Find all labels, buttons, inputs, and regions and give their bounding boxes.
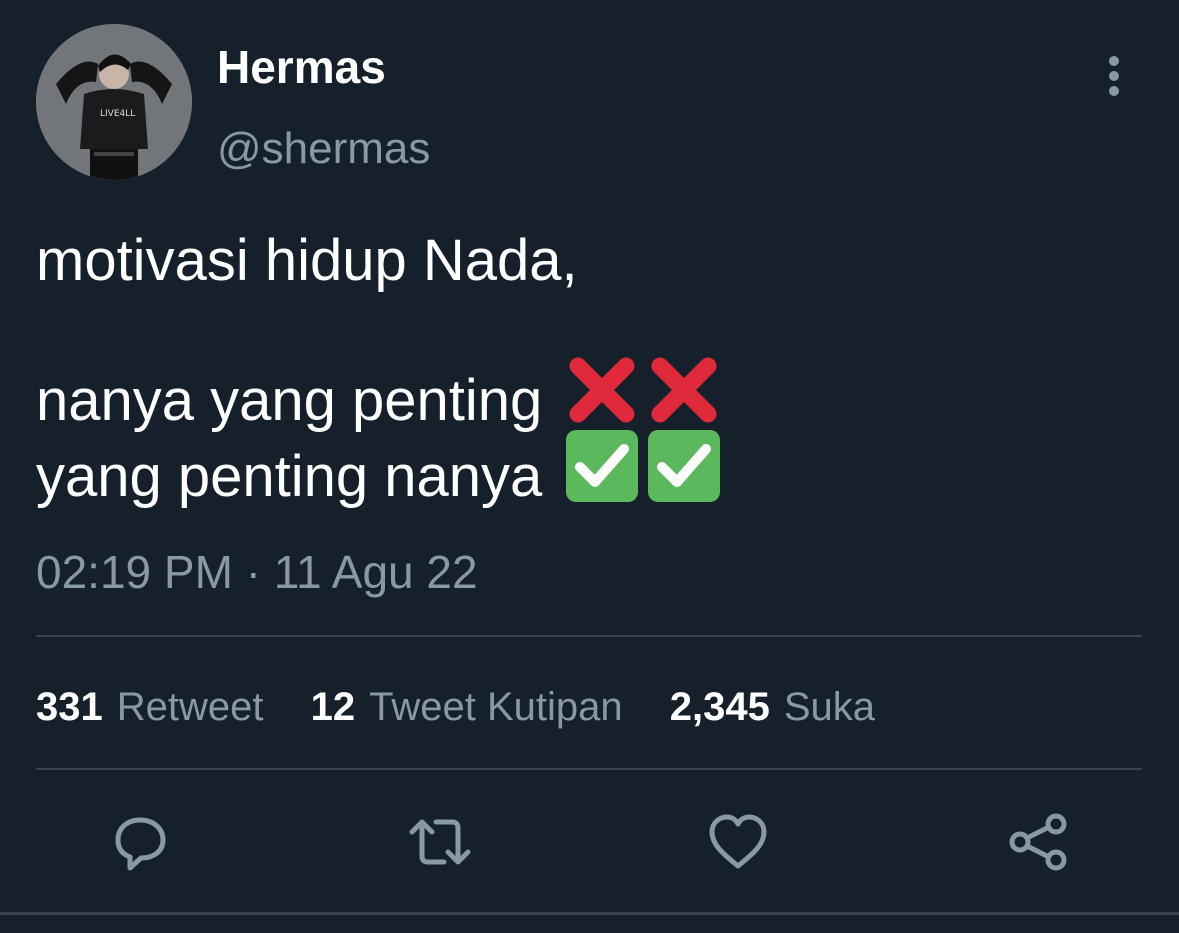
tweet-timestamp[interactable]: 02:19 PM · 11 Agu 22	[36, 540, 478, 604]
like-icon[interactable]	[706, 810, 770, 874]
tweet-text-line-2-text: nanya yang penting	[36, 368, 543, 433]
more-options-icon[interactable]	[1095, 52, 1135, 100]
tweet-stats: 331 Retweet 12 Tweet Kutipan 2,345 Suka	[36, 680, 911, 734]
svg-text:LIVE4LL: LIVE4LL	[100, 109, 135, 119]
cross-mark-icon	[646, 352, 722, 428]
check-mark-button-icon	[646, 428, 722, 504]
quotes-stat[interactable]: 12 Tweet Kutipan	[311, 680, 623, 734]
tweet-text-line-1: motivasi hidup Nada,	[36, 228, 578, 293]
display-name[interactable]: Hermas	[217, 40, 386, 94]
tweet-text-line-2: nanya yang penting	[36, 352, 722, 436]
tweet-text-line-3: yang penting nanya	[36, 428, 722, 512]
divider	[0, 912, 1179, 915]
likes-label: Suka	[783, 685, 876, 729]
divider	[36, 768, 1142, 770]
retweet-icon[interactable]	[408, 810, 472, 874]
check-mark-button-icon	[564, 428, 640, 504]
reply-icon[interactable]	[108, 810, 172, 874]
retweets-label: Retweet	[116, 685, 264, 729]
cross-mark-icon	[564, 352, 640, 428]
retweets-count: 331	[36, 685, 103, 729]
avatar[interactable]: LIVE4LL	[36, 24, 192, 180]
likes-stat[interactable]: 2,345 Suka	[670, 680, 875, 734]
retweets-stat[interactable]: 331 Retweet	[36, 680, 264, 734]
share-icon[interactable]	[1006, 810, 1070, 874]
divider	[36, 635, 1142, 637]
quotes-label: Tweet Kutipan	[369, 685, 623, 729]
quotes-count: 12	[310, 685, 356, 729]
avatar-photo: LIVE4LL	[36, 24, 192, 180]
user-handle[interactable]: @shermas	[217, 122, 430, 176]
tweet-text-line-3-text: yang penting nanya	[36, 444, 543, 509]
likes-count: 2,345	[669, 685, 770, 729]
